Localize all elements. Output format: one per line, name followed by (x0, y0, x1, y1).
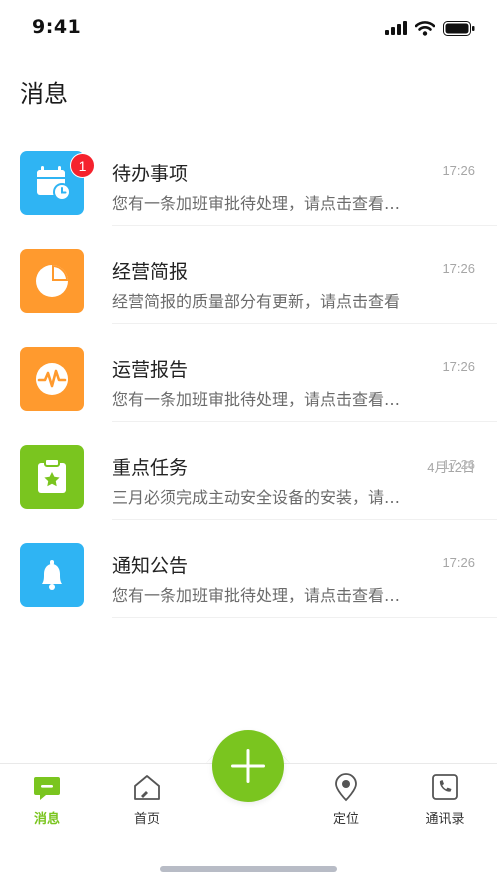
message-preview: 您有一条加班审批待处理，请点击查看… (112, 390, 401, 409)
tab-location[interactable]: 定位 (306, 772, 386, 827)
message-time: 17:26 (442, 555, 475, 570)
tab-label: 首页 (133, 812, 160, 827)
clipboard-star-icon (20, 445, 84, 509)
message-time: 17:26 (442, 163, 475, 178)
message-list: 1 待办事项 您有一条加班审批待处理，请点击查看… 17:26 经营简报 经营简… (0, 128, 497, 618)
message-item-operation-report[interactable]: 运营报告 您有一条加班审批待处理，请点击查看… 17:26 (0, 324, 497, 422)
message-title: 待办事项 (112, 163, 189, 185)
tab-home[interactable]: 首页 (107, 772, 187, 827)
status-icons (385, 19, 475, 37)
page-title: 消息 (20, 80, 68, 108)
location-pin-icon (335, 773, 357, 802)
pie-chart-icon (20, 249, 84, 313)
message-title: 经营简报 (112, 261, 189, 283)
message-time: 4月12日 17:26 (427, 457, 475, 476)
message-item-key-task[interactable]: 重点任务 三月必须完成主动安全设备的安装，请… 4月12日 17:26 (0, 422, 497, 520)
message-item-notice[interactable]: 通知公告 您有一条加班审批待处理，请点击查看… 17:26 (0, 520, 497, 618)
tab-label: 定位 (332, 812, 359, 827)
message-preview: 三月必须完成主动安全设备的安装，请… (112, 488, 401, 507)
tab-label: 消息 (33, 812, 60, 827)
plus-icon (231, 749, 265, 783)
phone-book-icon (432, 774, 458, 800)
cellular-signal-icon (385, 21, 407, 35)
tab-messages[interactable]: 消息 (7, 772, 87, 827)
pulse-icon (20, 347, 84, 411)
message-title: 重点任务 (112, 457, 189, 479)
status-bar: 9:41 (0, 0, 497, 56)
message-item-todo[interactable]: 1 待办事项 您有一条加班审批待处理，请点击查看… 17:26 (0, 128, 497, 226)
tab-contacts[interactable]: 通讯录 (405, 772, 485, 827)
message-title: 通知公告 (112, 555, 189, 577)
home-indicator (160, 866, 337, 872)
status-time: 9:41 (32, 16, 82, 38)
message-time: 17:26 (442, 359, 475, 374)
message-icon (34, 777, 60, 800)
message-preview: 您有一条加班审批待处理，请点击查看… (112, 586, 401, 605)
message-time: 17:26 (442, 261, 475, 276)
battery-icon (443, 20, 475, 36)
message-preview: 您有一条加班审批待处理，请点击查看… (112, 194, 401, 213)
tab-label: 通讯录 (425, 812, 465, 827)
wifi-icon (415, 20, 435, 36)
unread-badge: 1 (70, 153, 95, 178)
message-preview: 经营简报的质量部分有更新，请点击查看 (112, 292, 401, 311)
message-time-overlap: 17:26 (442, 457, 475, 472)
divider (112, 617, 497, 618)
home-icon (134, 775, 160, 800)
bell-icon (20, 543, 84, 607)
message-item-business-brief[interactable]: 经营简报 经营简报的质量部分有更新，请点击查看 17:26 (0, 226, 497, 324)
add-button[interactable] (212, 730, 284, 802)
message-title: 运营报告 (112, 359, 189, 381)
